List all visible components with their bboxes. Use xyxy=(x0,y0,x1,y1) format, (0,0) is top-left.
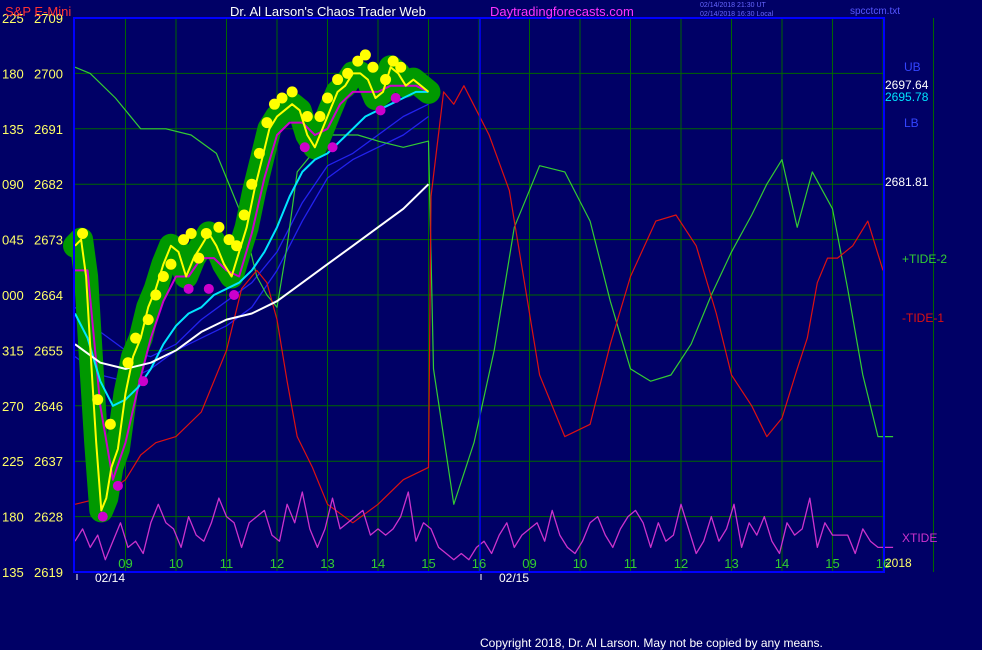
swing-high-dot xyxy=(92,394,104,406)
label-tide2: +TIDE-2 xyxy=(902,252,947,266)
label-price3: 2681.81 xyxy=(885,175,929,189)
angle-tick-label: 225 xyxy=(2,454,24,469)
hour-tick-label: 10 xyxy=(573,556,587,571)
hour-tick-label: 11 xyxy=(624,556,638,571)
swing-low-dot xyxy=(229,290,240,300)
swing-low-dot xyxy=(97,511,108,522)
symbol-label: S&P E-Mini xyxy=(5,4,71,19)
hour-tick-label: 15 xyxy=(825,556,839,571)
swing-low-dot xyxy=(138,376,149,387)
swing-high-dot xyxy=(246,178,258,190)
swing-high-dot xyxy=(193,252,205,264)
hour-tick-label: 11 xyxy=(220,556,234,571)
angle-tick-label: 000 xyxy=(2,288,24,303)
angle-tick-label: 135 xyxy=(2,565,24,580)
swing-high-dot xyxy=(185,227,197,239)
price-tick-label: 2673 xyxy=(34,233,63,248)
chaos-chart: 225 2709180 2700135 2691090 2682045 2673000 26… xyxy=(0,0,982,650)
swing-high-dot xyxy=(359,49,371,61)
swing-high-dot xyxy=(253,147,265,159)
site-label: Daytradingforecasts.com xyxy=(490,4,634,19)
swing-high-dot xyxy=(314,110,326,122)
label-ub: UB xyxy=(904,60,921,74)
hour-tick-label: 10 xyxy=(169,556,183,571)
date-label: 02/15 xyxy=(499,571,529,585)
swing-low-dot xyxy=(390,93,401,104)
label-price2: 2695.78 xyxy=(885,90,929,104)
copyright: Copyright 2018, Dr. Al Larson. May not b… xyxy=(480,636,823,650)
hour-tick-label: 12 xyxy=(674,556,688,571)
swing-high-dot xyxy=(213,221,225,233)
swing-low-dot xyxy=(183,283,194,294)
swing-low-dot xyxy=(203,283,214,294)
angle-tick-label: 045 xyxy=(2,233,24,248)
swing-high-dot xyxy=(301,110,313,122)
swing-high-dot xyxy=(286,86,298,98)
label-tide1: -TIDE-1 xyxy=(902,311,944,325)
swing-high-dot xyxy=(142,314,154,326)
swing-low-dot xyxy=(299,142,310,153)
swing-high-dot xyxy=(122,357,134,369)
swing-low-dot xyxy=(375,105,386,116)
price-tick-label: 2691 xyxy=(34,122,63,137)
hour-tick-label: 13 xyxy=(724,556,738,571)
timestamp-local: 02/14/2018 16:30 Local xyxy=(700,11,774,18)
hour-tick-label: 09 xyxy=(118,556,132,571)
price-tick-label: 2646 xyxy=(34,399,63,414)
hour-tick-label: 14 xyxy=(775,556,789,571)
hour-tick-label: 14 xyxy=(371,556,385,571)
swing-high-dot xyxy=(276,92,288,104)
swing-high-dot xyxy=(77,227,89,239)
price-tick-label: 2655 xyxy=(34,343,63,358)
angle-tick-label: 090 xyxy=(2,177,24,192)
angle-tick-label: 315 xyxy=(2,343,24,358)
hour-tick-label: 12 xyxy=(270,556,284,571)
price-tick-label: 2682 xyxy=(34,177,63,192)
year-label: 2018 xyxy=(885,556,912,570)
timestamp-ut: 02/14/2018 21:30 UT xyxy=(700,2,766,9)
hour-tick-label: 15 xyxy=(421,556,435,571)
swing-high-dot xyxy=(130,332,142,344)
hour-tick-label: 16 xyxy=(472,556,486,571)
chart-title: Dr. Al Larson's Chaos Trader Web xyxy=(230,4,426,19)
swing-high-dot xyxy=(104,418,116,430)
angle-tick-label: 135 xyxy=(2,122,24,137)
date-label: 02/14 xyxy=(95,571,125,585)
price-tick-label: 2664 xyxy=(34,288,63,303)
swing-high-dot xyxy=(165,258,177,270)
swing-high-dot xyxy=(342,67,354,79)
swing-low-dot xyxy=(327,142,338,153)
file-label: spcctcm.txt xyxy=(850,6,900,17)
angle-tick-label: 180 xyxy=(2,66,24,81)
swing-high-dot xyxy=(322,92,333,104)
swing-high-dot xyxy=(231,240,243,252)
hour-tick-label: 09 xyxy=(522,556,536,571)
swing-high-dot xyxy=(200,227,212,239)
price-tick-label: 2619 xyxy=(34,565,63,580)
swing-high-dot xyxy=(157,271,169,283)
price-tick-label: 2637 xyxy=(34,454,63,469)
swing-high-dot xyxy=(395,61,407,73)
label-xtide: XTIDE xyxy=(902,531,937,545)
label-lb: LB xyxy=(904,116,919,130)
price-tick-label: 2628 xyxy=(34,510,63,525)
price-tick-label: 2700 xyxy=(34,66,63,81)
hour-tick-label: 13 xyxy=(320,556,334,571)
swing-high-dot xyxy=(367,61,379,73)
swing-low-dot xyxy=(112,480,123,491)
swing-high-dot xyxy=(332,74,344,86)
swing-high-dot xyxy=(261,117,273,129)
swing-high-dot xyxy=(238,209,250,221)
angle-tick-label: 270 xyxy=(2,399,24,414)
angle-tick-label: 180 xyxy=(2,510,24,525)
swing-high-dot xyxy=(150,289,162,301)
swing-high-dot xyxy=(380,74,392,86)
